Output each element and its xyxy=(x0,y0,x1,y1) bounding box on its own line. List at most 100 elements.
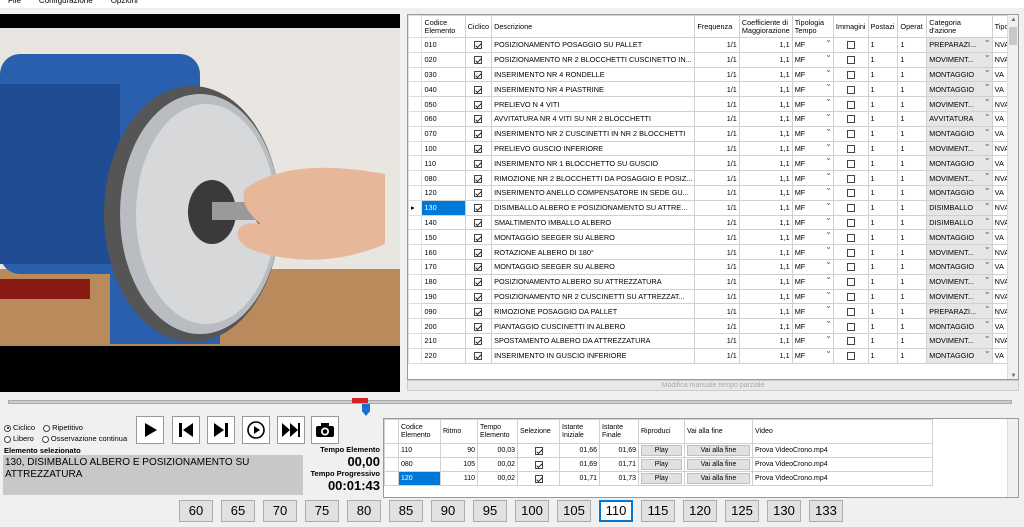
cell-postazione[interactable]: 1 xyxy=(867,273,899,290)
cell-postazione[interactable]: 1 xyxy=(867,81,899,98)
cell-frequenza[interactable]: 1/1 xyxy=(694,96,740,112)
table-row[interactable]: 080 105 00,02 01,69 01,71 Play Vai alla fine Pr… xyxy=(384,457,933,472)
cell-postazione[interactable]: 1 xyxy=(867,258,899,275)
cell-categoria[interactable]: MOVIMENT... xyxy=(926,51,993,68)
cell-codice[interactable]: 200 xyxy=(421,318,466,334)
cell-coefficiente[interactable]: 1,1 xyxy=(738,244,793,260)
checkbox-ciclico[interactable] xyxy=(474,174,483,183)
cell-coefficiente[interactable]: 1,1 xyxy=(738,184,793,201)
cell-categoria[interactable]: MONTAGGIO xyxy=(926,155,993,172)
cell-frequenza[interactable]: 1/1 xyxy=(694,81,740,98)
checkbox-ciclico[interactable] xyxy=(474,85,483,94)
play-row-button[interactable]: Play xyxy=(641,459,682,470)
cell-tipologia[interactable]: MF xyxy=(791,229,834,246)
cell-frequenza[interactable]: 1/1 xyxy=(694,110,740,127)
cell-immagini[interactable] xyxy=(832,110,869,127)
checkbox-ciclico[interactable] xyxy=(474,189,483,198)
cell-tipologia[interactable]: MF xyxy=(791,140,834,157)
cell-codice[interactable]: 030 xyxy=(421,66,466,83)
rate-button-75[interactable]: 75 xyxy=(305,500,339,522)
sub-col-codice[interactable]: Codice Elemento xyxy=(398,419,441,444)
cell-codice[interactable]: 080 xyxy=(421,170,466,186)
sub-cell-video[interactable]: Prova VideoCrono.mp4 xyxy=(752,471,933,486)
sub-col-vai-fine[interactable]: Vai alla fine xyxy=(684,419,753,444)
cell-immagini[interactable] xyxy=(832,318,869,334)
rate-button-100[interactable]: 100 xyxy=(515,500,549,522)
sub-cell-video[interactable]: Prova VideoCrono.mp4 xyxy=(752,443,933,458)
checkbox-ciclico[interactable] xyxy=(474,248,483,257)
cell-coefficiente[interactable]: 1,1 xyxy=(738,318,793,334)
cell-immagini[interactable] xyxy=(832,347,869,364)
cell-ciclico[interactable] xyxy=(464,170,493,186)
scroll-up-icon[interactable]: ▲ xyxy=(1008,15,1018,25)
sub-cell-vai-fine[interactable]: Vai alla fine xyxy=(684,471,753,486)
cell-tipologia[interactable]: MF xyxy=(791,170,834,186)
cell-tipologia[interactable]: MF xyxy=(791,81,834,98)
cell-ciclico[interactable] xyxy=(464,140,493,157)
table-row[interactable]: 210 SPOSTAMENTO ALBERO DA ATTREZZATURA 1/1… xyxy=(408,332,1018,349)
sub-col-iniziale[interactable]: Istante Iniziale xyxy=(559,419,600,444)
checkbox-ciclico[interactable] xyxy=(474,159,483,168)
cell-categoria[interactable]: MONTAGGIO xyxy=(926,184,993,201)
cell-descrizione[interactable]: INSERIMENTO IN GUSCIO INFERIORE xyxy=(491,347,696,364)
cell-postazione[interactable]: 1 xyxy=(867,66,899,83)
checkbox-ciclico[interactable] xyxy=(474,219,483,227)
table-row[interactable]: 010 POSIZIONAMENTO POSAGGIO SU PALLET 1/1 1… xyxy=(408,37,1018,53)
cell-coefficiente[interactable]: 1,1 xyxy=(738,347,793,364)
checkbox-ciclico[interactable] xyxy=(474,337,483,346)
cell-immagini[interactable] xyxy=(832,303,869,320)
cell-operatore[interactable]: 1 xyxy=(897,332,928,349)
cell-codice[interactable]: 180 xyxy=(421,273,466,290)
rate-button-130[interactable]: 130 xyxy=(767,500,801,522)
cell-codice[interactable]: 150 xyxy=(421,229,466,246)
cell-ciclico[interactable] xyxy=(464,110,493,127)
cell-postazione[interactable]: 1 xyxy=(867,37,899,53)
cell-ciclico[interactable] xyxy=(464,229,493,246)
cell-frequenza[interactable]: 1/1 xyxy=(694,244,740,260)
checkbox-ciclico[interactable] xyxy=(474,307,483,316)
checkbox-ciclico[interactable] xyxy=(474,292,483,301)
checkbox-ciclico[interactable] xyxy=(474,100,483,109)
cell-ciclico[interactable] xyxy=(464,199,493,216)
cell-descrizione[interactable]: INSERIMENTO NR 2 CUSCINETTI IN NR 2 BLOC… xyxy=(491,125,696,142)
cell-categoria[interactable]: MONTAGGIO xyxy=(926,125,993,142)
cell-tipologia[interactable]: MF xyxy=(791,110,834,127)
sub-cell-codice[interactable]: 120 xyxy=(398,471,441,486)
cell-ciclico[interactable] xyxy=(464,51,493,68)
cell-frequenza[interactable]: 1/1 xyxy=(694,155,740,172)
cell-tipologia[interactable]: MF xyxy=(791,184,834,201)
row-indicator[interactable] xyxy=(408,273,423,290)
cell-ciclico[interactable] xyxy=(464,258,493,275)
cell-tipologia[interactable]: MF xyxy=(791,332,834,349)
cell-ciclico[interactable] xyxy=(464,96,493,112)
cell-coefficiente[interactable]: 1,1 xyxy=(738,81,793,98)
checkbox-immagini[interactable] xyxy=(846,85,855,94)
row-indicator[interactable] xyxy=(408,51,423,68)
row-indicator[interactable] xyxy=(408,140,423,157)
cell-ciclico[interactable] xyxy=(464,184,493,201)
cell-descrizione[interactable]: SPOSTAMENTO ALBERO DA ATTREZZATURA xyxy=(491,332,696,349)
cell-frequenza[interactable]: 1/1 xyxy=(694,229,740,246)
cell-frequenza[interactable]: 1/1 xyxy=(694,273,740,290)
cell-postazione[interactable]: 1 xyxy=(867,244,899,260)
col-postazione[interactable]: Postazi xyxy=(867,15,899,38)
cell-descrizione[interactable]: POSIZIONAMENTO NR 2 CUSCINETTI SU ATTREZ… xyxy=(491,288,696,305)
cell-postazione[interactable]: 1 xyxy=(867,96,899,112)
grid-scroll-thumb[interactable] xyxy=(1009,27,1017,45)
cell-ciclico[interactable] xyxy=(464,81,493,98)
checkbox-immagini[interactable] xyxy=(846,130,855,139)
cell-descrizione[interactable]: ROTAZIONE ALBERO DI 180° xyxy=(491,244,696,260)
cell-operatore[interactable]: 1 xyxy=(897,303,928,320)
sub-row-indicator[interactable] xyxy=(384,471,399,486)
play-row-button[interactable]: Play xyxy=(641,445,682,456)
table-row[interactable]: 120 INSERIMENTO ANELLO COMPENSATORE IN SE… xyxy=(408,184,1018,201)
cell-coefficiente[interactable]: 1,1 xyxy=(738,96,793,112)
row-indicator[interactable] xyxy=(408,81,423,98)
cell-operatore[interactable]: 1 xyxy=(897,110,928,127)
row-indicator[interactable] xyxy=(408,96,423,112)
cell-operatore[interactable]: 1 xyxy=(897,347,928,364)
radio-ripetitivo-dot[interactable] xyxy=(43,424,51,432)
cell-descrizione[interactable]: INSERIMENTO NR 4 RONDELLE xyxy=(491,66,696,83)
sub-row-indicator[interactable] xyxy=(384,443,399,458)
cell-categoria[interactable]: MONTAGGIO xyxy=(926,66,993,83)
